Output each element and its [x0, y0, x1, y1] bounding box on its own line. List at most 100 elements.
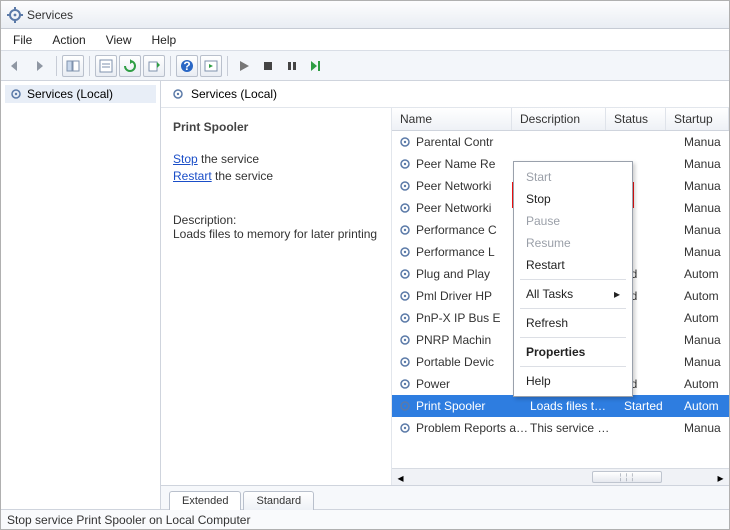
cell-startup: Autom [684, 399, 729, 413]
cell-startup: Manua [684, 245, 729, 259]
ctx-separator [520, 279, 626, 280]
gear-icon [398, 267, 412, 281]
gear-icon [398, 179, 412, 193]
stop-line: Stop the service [173, 152, 379, 166]
stop-link[interactable]: Stop [173, 152, 198, 166]
column-headers: Name Description Status Startup [392, 108, 729, 131]
gear-icon [398, 355, 412, 369]
cell-status: ed [624, 289, 684, 303]
gear-icon [398, 377, 412, 391]
services-icon [7, 7, 23, 23]
cell-startup: Autom [684, 311, 729, 325]
ctx-stop[interactable]: Stop [516, 188, 630, 210]
col-startup[interactable]: Startup [666, 108, 729, 130]
ctx-all-tasks-label: All Tasks [526, 287, 573, 301]
scrollbar-thumb[interactable]: ╎╎╎ [592, 471, 662, 483]
table-row[interactable]: Print SpoolerLoads files t…StartedAutom [392, 395, 729, 417]
gear-icon [398, 421, 412, 435]
col-name[interactable]: Name [392, 108, 512, 130]
cell-startup: Autom [684, 267, 729, 281]
menubar: File Action View Help [1, 29, 729, 51]
content-heading: Services (Local) [161, 81, 729, 108]
restart-rest: the service [212, 169, 273, 183]
gear-icon [398, 289, 412, 303]
tabs-bar: Extended Standard [161, 485, 729, 509]
restart-link[interactable]: Restart [173, 169, 212, 183]
cell-startup: Manua [684, 333, 729, 347]
nav-item-services-local[interactable]: Services (Local) [5, 85, 156, 103]
tab-standard[interactable]: Standard [243, 491, 314, 510]
ctx-refresh[interactable]: Refresh [516, 312, 630, 334]
scroll-left-icon[interactable]: ◂ [392, 469, 409, 486]
horizontal-scrollbar[interactable]: ◂ ╎╎╎ ▸ [392, 468, 729, 485]
menu-file[interactable]: File [5, 31, 40, 49]
cell-startup: Autom [684, 289, 729, 303]
pause-service-button[interactable] [281, 55, 303, 77]
forward-button[interactable] [29, 55, 51, 77]
statusbar-text: Stop service Print Spooler on Local Comp… [7, 513, 250, 527]
gear-icon [398, 245, 412, 259]
manage-button[interactable] [200, 55, 222, 77]
cell-startup: Manua [684, 223, 729, 237]
separator [56, 56, 57, 76]
properties-button[interactable] [95, 55, 117, 77]
gear-icon [398, 135, 412, 149]
menu-help[interactable]: Help [144, 31, 185, 49]
submenu-arrow-icon: ▸ [614, 287, 620, 301]
refresh-button[interactable] [119, 55, 141, 77]
gear-icon [398, 157, 412, 171]
table-row[interactable]: Problem Reports a…This service … Manua [392, 417, 729, 439]
svg-text:?: ? [183, 59, 190, 73]
ctx-help[interactable]: Help [516, 370, 630, 392]
cell-name: Print Spooler [416, 399, 530, 413]
ctx-restart[interactable]: Restart [516, 254, 630, 276]
ctx-separator [520, 337, 626, 338]
separator [227, 56, 228, 76]
col-description[interactable]: Description [512, 108, 606, 130]
context-menu: Start Stop Pause Resume Restart All Task… [513, 161, 633, 397]
gear-icon [171, 87, 185, 101]
scroll-right-icon[interactable]: ▸ [712, 469, 729, 486]
cell-name: Problem Reports a… [416, 421, 530, 435]
back-button[interactable] [5, 55, 27, 77]
cell-status: ed [624, 267, 684, 281]
ctx-separator [520, 366, 626, 367]
nav-item-label: Services (Local) [27, 87, 113, 101]
cell-startup: Manua [684, 135, 729, 149]
gear-icon [9, 87, 23, 101]
menu-view[interactable]: View [98, 31, 140, 49]
separator [170, 56, 171, 76]
ctx-all-tasks[interactable]: All Tasks ▸ [516, 283, 630, 305]
show-hide-tree-button[interactable] [62, 55, 84, 77]
export-button[interactable] [143, 55, 165, 77]
help-button[interactable]: ? [176, 55, 198, 77]
content-heading-text: Services (Local) [191, 87, 277, 101]
menu-action[interactable]: Action [44, 31, 93, 49]
statusbar: Stop service Print Spooler on Local Comp… [1, 509, 729, 529]
ctx-properties[interactable]: Properties [516, 341, 630, 363]
cell-name: Parental Contr [416, 135, 530, 149]
cell-status: ed [624, 377, 684, 391]
cell-description: This service … [530, 421, 624, 435]
cell-startup: Manua [684, 179, 729, 193]
cell-startup: Manua [684, 355, 729, 369]
start-service-button[interactable] [233, 55, 255, 77]
gear-icon [398, 399, 412, 413]
tab-extended[interactable]: Extended [169, 491, 241, 510]
stop-service-button[interactable] [257, 55, 279, 77]
description-label: Description: [173, 213, 379, 227]
content-pane: Services (Local) Print Spooler Stop the … [161, 81, 729, 509]
table-row[interactable]: Parental Contr Manua [392, 131, 729, 153]
split-body: Print Spooler Stop the service Restart t… [161, 108, 729, 485]
cell-status: Started [624, 399, 684, 413]
cell-startup: Manua [684, 157, 729, 171]
toolbar: ? [1, 51, 729, 81]
titlebar: Services [1, 1, 729, 29]
restart-service-button[interactable] [305, 55, 327, 77]
cell-startup: Manua [684, 421, 729, 435]
description-text: Loads files to memory for later printing [173, 227, 379, 241]
stop-rest: the service [198, 152, 259, 166]
description-pane: Print Spooler Stop the service Restart t… [161, 108, 391, 485]
ctx-resume: Resume [516, 232, 630, 254]
col-status[interactable]: Status [606, 108, 666, 130]
